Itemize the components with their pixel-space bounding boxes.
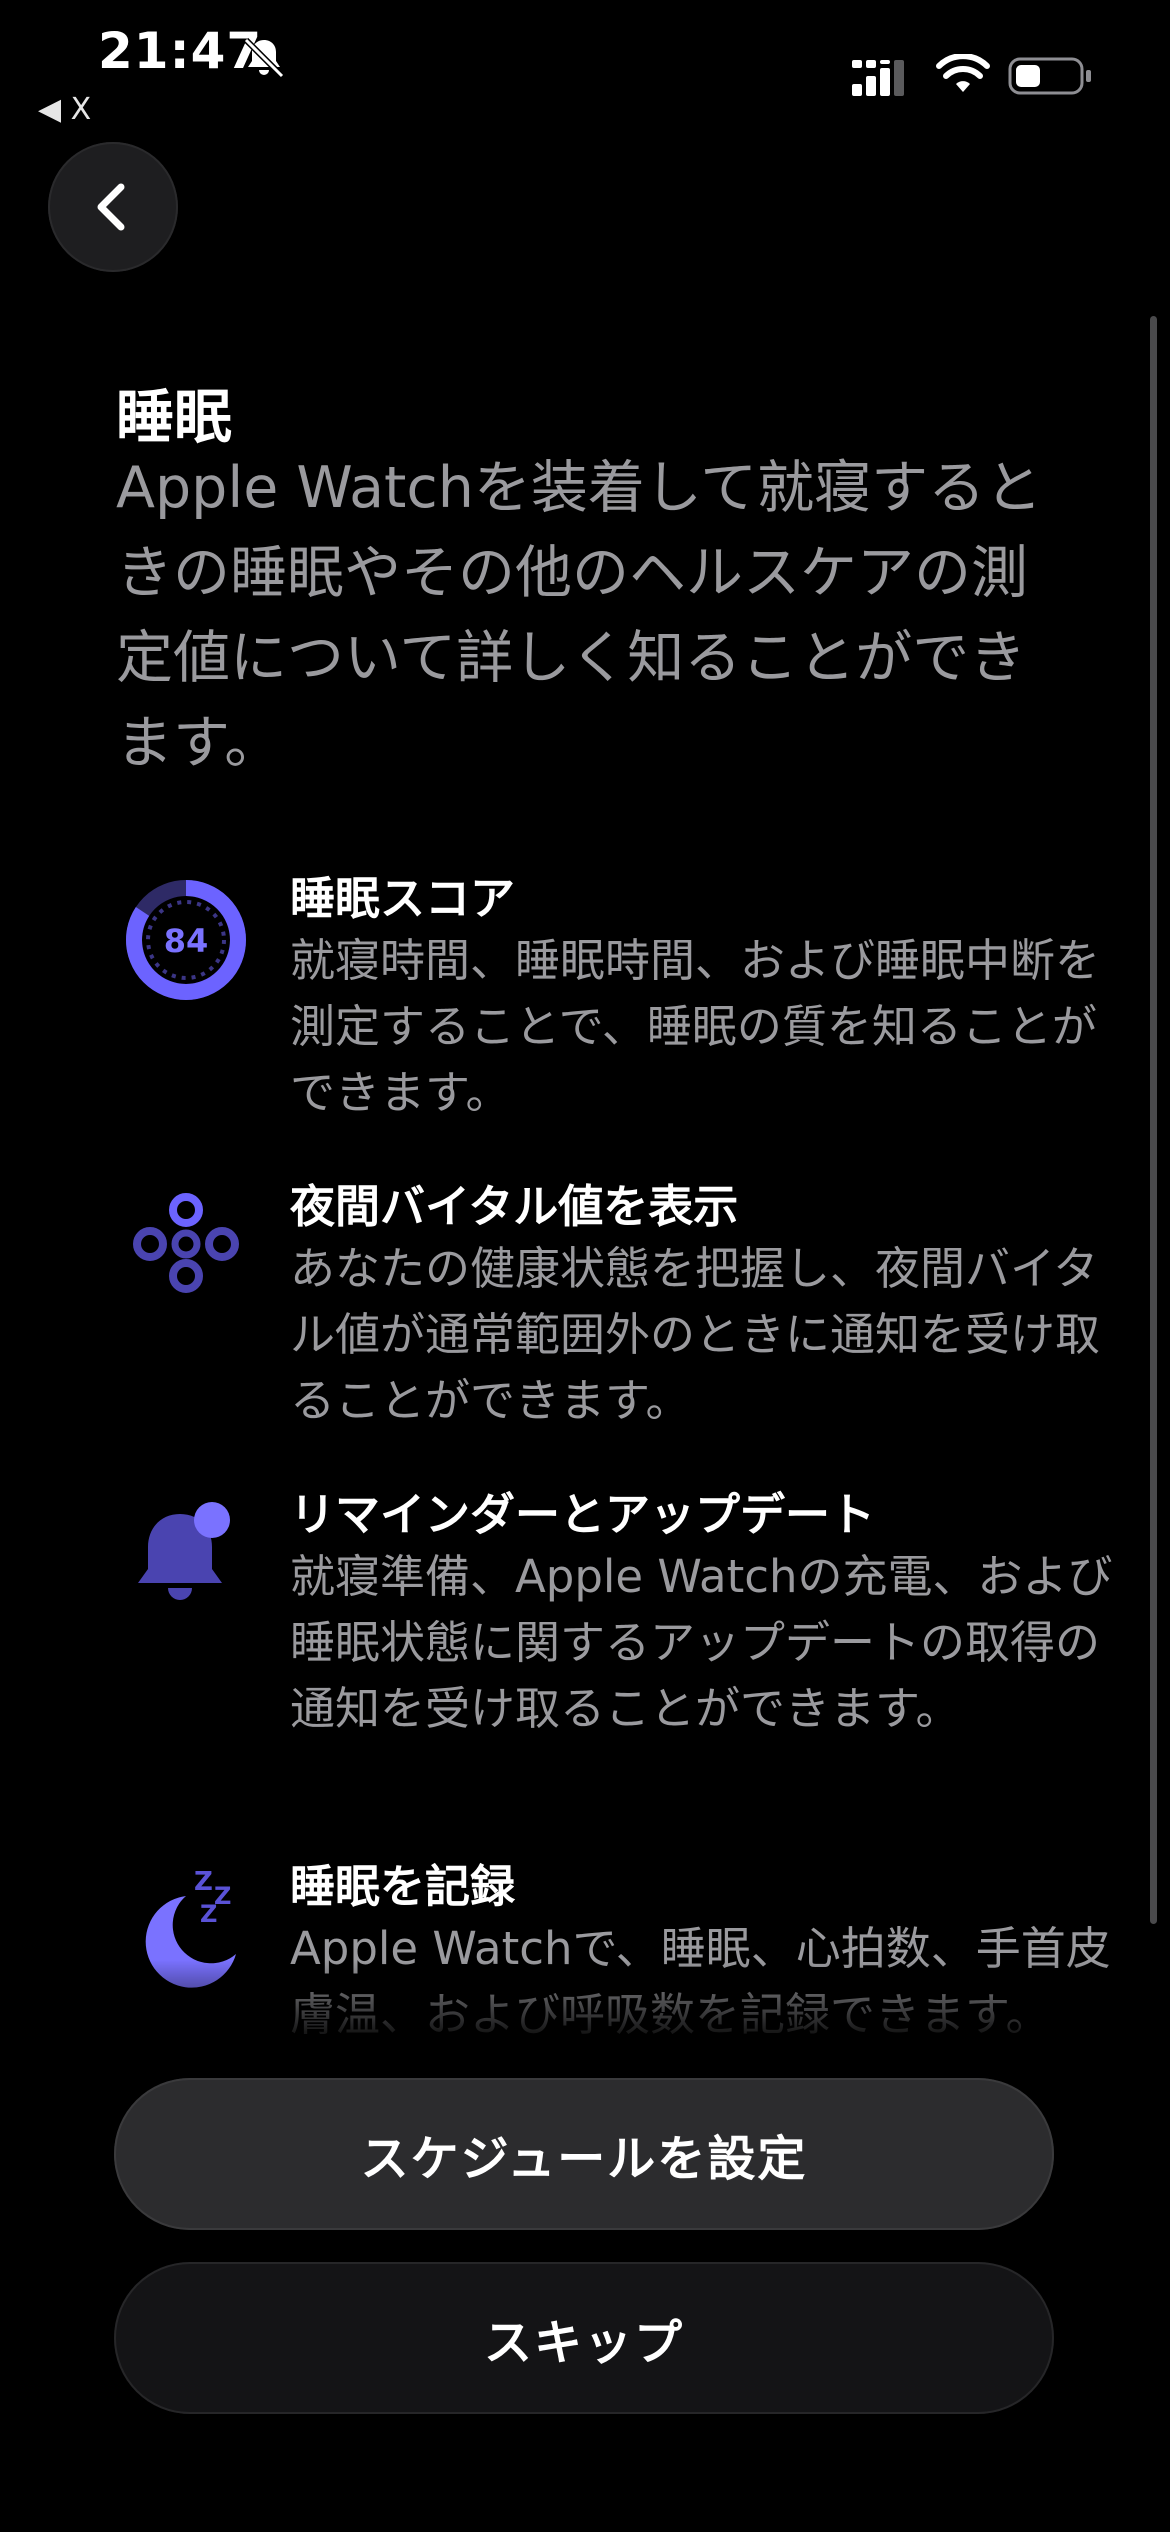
status-time: 21:47 [98, 22, 263, 80]
page-title: 睡眠 [116, 383, 233, 451]
back-to-app-link[interactable]: ◀ X [38, 92, 91, 127]
svg-text:Z: Z [194, 1867, 213, 1897]
sleep-score-ring-icon: 84 [126, 880, 246, 1000]
bell-slash-icon [243, 37, 285, 79]
scroll-indicator[interactable] [1150, 316, 1157, 1924]
vitals-circles-icon [133, 1193, 239, 1293]
bell-badge-icon [138, 1502, 230, 1600]
cellular-signal-icon [852, 60, 904, 96]
intro-text: Apple Watchを装着して就寝するときの睡眠やその他のヘルスケアの測定値に… [116, 455, 1043, 776]
skip-button[interactable]: スキップ [114, 2262, 1054, 2414]
wifi-icon [936, 54, 990, 92]
battery-icon [1008, 57, 1091, 95]
feature-title: リマインダーとアップデート [290, 1488, 876, 1541]
sleep-score-value: 84 [164, 922, 209, 960]
chevron-left-icon [97, 183, 125, 231]
feature-description: 就寝準備、Apple Watchの充電、および睡眠状態に関するアップデートの取得… [290, 1550, 1113, 1735]
feature-title: 睡眠スコア [290, 872, 516, 925]
feature-title: 夜間バイタル値を表示 [290, 1180, 739, 1233]
back-button[interactable] [48, 142, 178, 272]
feature-title: 睡眠を記録 [290, 1860, 516, 1913]
feature-description: 就寝時間、睡眠時間、および睡眠中断を測定することで、睡眠の質を知ることができます… [290, 934, 1101, 1119]
set-schedule-button[interactable]: スケジュールを設定 [114, 2078, 1054, 2230]
svg-text:Z: Z [200, 1900, 217, 1928]
feature-description: あなたの健康状態を把握し、夜間バイタル値が通常範囲外のときに通知を受け取ることが… [290, 1242, 1101, 1427]
scroll-fade-overlay [0, 1960, 1170, 2080]
